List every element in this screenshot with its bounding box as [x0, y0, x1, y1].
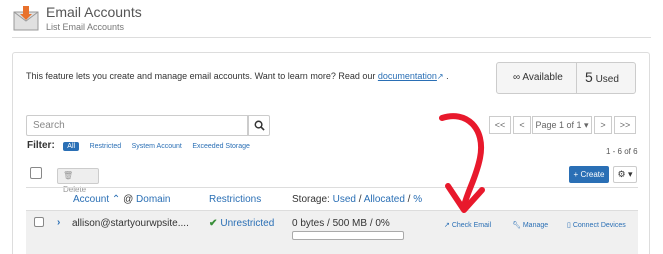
storage-prefix: Storage: — [292, 194, 330, 205]
search-icon — [254, 120, 265, 131]
used-label: Used — [595, 74, 619, 85]
storage-percent-sort[interactable]: % — [413, 194, 422, 205]
infinity-icon: ∞ — [513, 72, 521, 83]
search-input[interactable] — [26, 115, 248, 136]
stats-divider — [576, 63, 577, 93]
filter-system-account[interactable]: System Account — [132, 143, 182, 150]
column-storage: Storage: Used / Allocated / % — [292, 194, 422, 205]
next-page-button[interactable]: > — [594, 116, 612, 134]
external-link-icon: ↗ — [444, 222, 450, 229]
domain-header[interactable]: Domain — [136, 194, 170, 205]
create-button[interactable]: + Create — [569, 166, 609, 183]
prev-page-button[interactable]: < — [513, 116, 531, 134]
intro-sentence: This feature lets you create and manage … — [26, 71, 376, 81]
available-label: Available — [522, 72, 563, 83]
delete-button[interactable]: 🗑︎ Delete — [57, 168, 99, 194]
result-count: 1 - 6 of 6 — [606, 147, 638, 156]
search-button[interactable] — [248, 115, 270, 136]
restriction-label: Unrestricted — [220, 218, 275, 229]
connect-devices-link[interactable]: ▯ Connect Devices — [567, 221, 626, 229]
available-stat: ∞ Available — [513, 72, 563, 83]
page-subtitle: List Email Accounts — [46, 22, 125, 32]
filter-all[interactable]: All — [63, 142, 80, 151]
intro-suffix: . — [446, 71, 449, 81]
account-stats: ∞ Available 5 Used — [496, 62, 636, 94]
used-stat: 5 Used — [585, 69, 619, 85]
storage-progress-bar — [292, 231, 404, 240]
documentation-link[interactable]: documentation — [378, 71, 437, 81]
filter-label: Filter: — [27, 140, 55, 151]
sort-asc-icon: ⌃ — [111, 194, 121, 205]
restriction-status: ✔ Unrestricted — [209, 218, 274, 229]
filter-bar: Filter: All Restricted System Account Ex… — [27, 140, 258, 151]
page-title: Email Accounts — [46, 4, 142, 20]
check-icon: ✔ — [209, 218, 218, 229]
storage-usage-text: 0 bytes / 500 MB / 0% — [292, 218, 390, 229]
check-email-link[interactable]: ↗ Check Email — [444, 221, 491, 229]
filter-restricted[interactable]: Restricted — [90, 143, 122, 150]
settings-dropdown[interactable]: ⚙ ▾ — [613, 166, 637, 183]
used-count: 5 — [585, 69, 593, 85]
account-email: allison@startyourwpsite.... — [72, 218, 189, 229]
row-checkbox[interactable] — [34, 217, 44, 227]
mobile-icon: ▯ — [567, 222, 571, 229]
column-account[interactable]: Account ⌃ @ Domain — [73, 194, 171, 205]
page-select[interactable]: Page 1 of 1 ▾ — [532, 116, 592, 134]
connect-devices-label: Connect Devices — [572, 222, 626, 229]
intro-text: This feature lets you create and manage … — [26, 71, 449, 81]
storage-separator: / — [407, 194, 411, 205]
table-header-divider — [26, 187, 638, 188]
select-all-checkbox[interactable] — [30, 167, 42, 179]
trash-icon: 🗑︎ — [63, 171, 74, 180]
external-link-icon: ↗ — [436, 72, 444, 81]
manage-link[interactable]: 🔧︎ Manage — [512, 221, 548, 229]
column-restrictions[interactable]: Restrictions — [209, 194, 261, 205]
storage-allocated-sort[interactable]: Allocated — [364, 194, 405, 205]
wrench-icon: 🔧︎ — [512, 222, 521, 229]
page-header: Email Accounts List Email Accounts — [0, 0, 663, 38]
last-page-button[interactable]: >> — [614, 116, 636, 134]
check-email-label: Check Email — [451, 222, 492, 229]
account-header[interactable]: Account — [73, 194, 109, 205]
at-symbol: @ — [123, 194, 134, 205]
header-divider — [12, 37, 651, 38]
restrictions-header[interactable]: Restrictions — [209, 194, 261, 205]
storage-separator: / — [358, 194, 362, 205]
expand-chevron-icon[interactable]: › — [57, 217, 60, 228]
first-page-button[interactable]: << — [489, 116, 511, 134]
manage-label: Manage — [522, 222, 549, 229]
storage-used-sort[interactable]: Used — [333, 194, 356, 205]
filter-exceeded-storage[interactable]: Exceeded Storage — [192, 143, 250, 150]
email-download-icon — [13, 6, 39, 31]
